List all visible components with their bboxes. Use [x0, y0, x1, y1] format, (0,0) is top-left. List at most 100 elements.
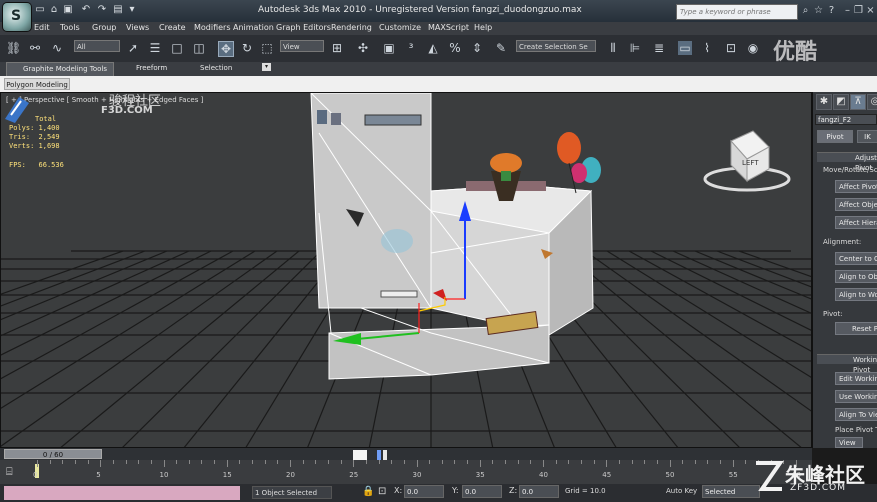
- select-and-rotate-icon[interactable]: ↻: [240, 41, 254, 55]
- snaps-toggle-icon[interactable]: ³: [404, 41, 418, 55]
- rectangular-selection-icon[interactable]: □: [170, 41, 184, 55]
- select-and-link-icon[interactable]: ⛓: [6, 41, 21, 55]
- use-pivot-center-icon[interactable]: ⊞: [330, 41, 344, 55]
- maxscript-icon[interactable]: ⌸: [6, 465, 20, 479]
- select-and-manipulate-icon[interactable]: ✣: [356, 41, 370, 55]
- project-folder-icon[interactable]: ▤: [112, 4, 124, 16]
- help-icon[interactable]: ?: [826, 5, 837, 16]
- material-editor-icon[interactable]: ◉: [746, 41, 760, 55]
- menu-graph-editors[interactable]: Graph Editors: [276, 23, 331, 32]
- menu-rendering[interactable]: Rendering: [331, 23, 372, 32]
- minimize-icon[interactable]: –: [842, 5, 853, 16]
- time-slider[interactable]: [0, 448, 812, 460]
- ribbon-toggle-icon[interactable]: ▾: [262, 63, 271, 71]
- select-and-scale-icon[interactable]: ⬚: [260, 41, 274, 55]
- tab-graphite-modeling-tools[interactable]: Graphite Modeling Tools: [6, 62, 114, 76]
- trackbar-tick: [492, 460, 494, 464]
- perspective-viewport[interactable]: LEFT [ + ] Perspective [ Smooth + Highli…: [0, 92, 812, 448]
- redo-icon[interactable]: ↷: [96, 4, 108, 16]
- reset-pivot-button[interactable]: Reset Pivot: [835, 322, 877, 335]
- schematic-view-icon[interactable]: ⊡: [724, 41, 738, 55]
- hierarchy-icon[interactable]: ⊼: [850, 94, 866, 110]
- curve-editor-icon[interactable]: ⌇: [700, 41, 714, 55]
- create-icon[interactable]: ✱: [816, 94, 832, 110]
- affect-hierarchy-only-button[interactable]: Affect Hierarchy Only: [835, 216, 877, 229]
- menu-views[interactable]: Views: [126, 23, 149, 32]
- select-by-name-icon[interactable]: ☰: [148, 41, 162, 55]
- menu-modifiers[interactable]: Modifiers: [194, 23, 231, 32]
- viewport-label[interactable]: [ + ] Perspective [ Smooth + Highlights …: [6, 96, 203, 104]
- select-and-move-icon[interactable]: ✥: [218, 41, 234, 57]
- align-to-view-button[interactable]: Align To View: [835, 408, 877, 421]
- spinner-snap-icon[interactable]: ⇕: [470, 41, 484, 55]
- selection-filter-dropdown[interactable]: All: [74, 40, 120, 52]
- center-to-object-button[interactable]: Center to Object: [835, 252, 877, 265]
- open-file-icon[interactable]: ⌂: [48, 4, 60, 16]
- window-crossing-icon[interactable]: ◫: [192, 41, 206, 55]
- undo-icon[interactable]: ↶: [80, 4, 92, 16]
- time-slider-thumb[interactable]: 0 / 60: [4, 449, 102, 459]
- align-icon[interactable]: ⊫: [628, 41, 642, 55]
- menu-group[interactable]: Group: [92, 23, 116, 32]
- trackbar-tick: [49, 460, 51, 464]
- menu-animation[interactable]: Animation: [233, 23, 274, 32]
- percent-snap-icon[interactable]: %: [448, 41, 462, 55]
- view-button[interactable]: View: [835, 437, 863, 448]
- binoculars-icon[interactable]: ⌕: [800, 5, 811, 16]
- key-filter-dropdown[interactable]: Selected: [702, 485, 760, 498]
- rollout-working-pivot[interactable]: Working Pivot: [817, 354, 877, 374]
- x-coordinate-field[interactable]: 0.0: [404, 485, 444, 498]
- tab-pivot[interactable]: Pivot: [817, 130, 853, 143]
- tab-freeform[interactable]: Freeform: [136, 64, 167, 72]
- rollout-adjust-pivot[interactable]: Adjust Pivot: [817, 152, 877, 172]
- infocenter-search[interactable]: [676, 4, 799, 20]
- mirror-icon[interactable]: ⫴: [606, 41, 620, 55]
- bind-space-warp-icon[interactable]: ∿: [50, 41, 64, 55]
- menu-help[interactable]: Help: [474, 23, 492, 32]
- tab-selection[interactable]: Selection: [200, 64, 232, 72]
- new-file-icon[interactable]: ▭: [34, 4, 46, 16]
- named-selection-set-dropdown[interactable]: Create Selection Se: [516, 40, 596, 52]
- unlink-icon[interactable]: ⚯: [28, 41, 42, 55]
- maxscript-listener[interactable]: [4, 486, 240, 500]
- edit-working-pivot-button[interactable]: Edit Working Pivot: [835, 372, 877, 385]
- viewcube[interactable]: LEFT: [703, 130, 791, 192]
- close-icon[interactable]: ×: [865, 5, 876, 16]
- tab-ik[interactable]: IK: [857, 130, 877, 143]
- reference-coordinate-dropdown[interactable]: View: [280, 40, 324, 52]
- angle-snap-icon[interactable]: ◭: [426, 41, 440, 55]
- auto-key-button[interactable]: Auto Key: [666, 487, 697, 495]
- keyboard-shortcut-override-icon[interactable]: ▣: [382, 41, 396, 55]
- modify-icon[interactable]: ◩: [833, 94, 849, 110]
- affect-object-only-button[interactable]: Affect Object Only: [835, 198, 877, 211]
- align-to-object-button[interactable]: Align to Object: [835, 270, 877, 283]
- trackbar-tick: [125, 460, 127, 464]
- menu-maxscript[interactable]: MAXScript: [428, 23, 469, 32]
- menu-create[interactable]: Create: [159, 23, 186, 32]
- select-object-icon[interactable]: ➚: [126, 41, 140, 55]
- object-name-field[interactable]: fangzi_F2: [815, 114, 877, 125]
- absolute-mode-icon[interactable]: ⊡: [378, 486, 386, 497]
- save-icon[interactable]: ▣: [62, 4, 74, 16]
- z-coordinate-field[interactable]: 0.0: [519, 485, 559, 498]
- menu-edit[interactable]: Edit: [34, 23, 50, 32]
- lock-selection-icon[interactable]: 🔒: [362, 486, 374, 497]
- use-working-pivot-button[interactable]: Use Working Pivot: [835, 390, 877, 403]
- menu-customize[interactable]: Customize: [379, 23, 421, 32]
- motion-icon[interactable]: ◎: [867, 94, 877, 110]
- star-icon[interactable]: ☆: [813, 5, 824, 16]
- dropdown-arrow-icon[interactable]: ▾: [126, 4, 138, 16]
- application-button[interactable]: S: [3, 3, 31, 31]
- menu-tools[interactable]: Tools: [60, 23, 80, 32]
- edit-named-selection-icon[interactable]: ✎: [494, 41, 508, 55]
- affect-pivot-only-button[interactable]: Affect Pivot Only: [835, 180, 877, 193]
- align-to-world-button[interactable]: Align to World: [835, 288, 877, 301]
- graphite-modeling-tools-icon[interactable]: ▭: [678, 41, 692, 55]
- viewport-scene[interactable]: LEFT: [1, 93, 812, 448]
- track-bar[interactable]: [0, 460, 812, 484]
- search-input[interactable]: [677, 5, 799, 19]
- restore-icon[interactable]: ❐: [853, 5, 864, 16]
- layer-manager-icon[interactable]: ≣: [652, 41, 666, 55]
- polygon-modeling-button[interactable]: Polygon Modeling: [4, 78, 70, 90]
- y-coordinate-field[interactable]: 0.0: [462, 485, 502, 498]
